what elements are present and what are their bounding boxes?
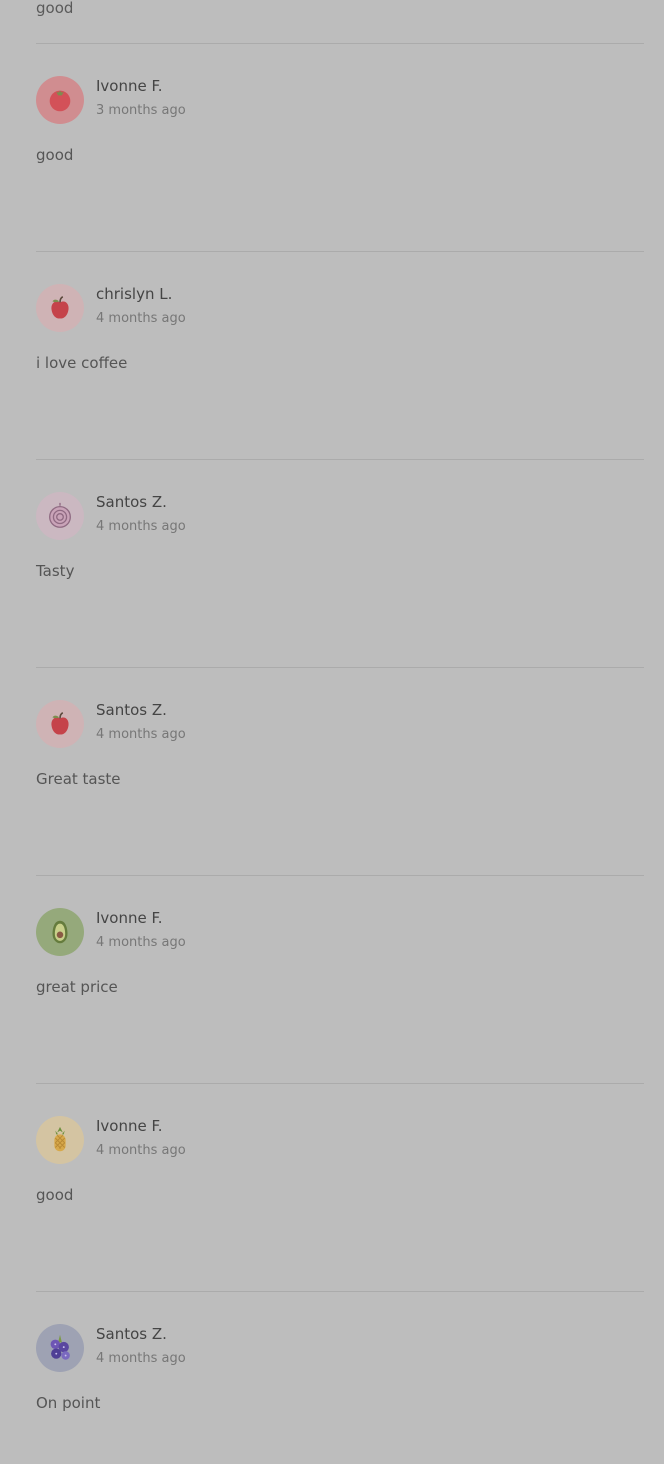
user-avatar: [36, 492, 84, 540]
review-timestamp: 4 months ago: [96, 1351, 186, 1366]
pineapple-icon: [54, 1126, 66, 1152]
user-avatar: [36, 284, 84, 332]
review-comment: good: [36, 1186, 74, 1204]
apple-icon: [51, 712, 69, 735]
reviewer-name: Ivonne F.: [96, 909, 163, 927]
reviewer-name: Ivonne F.: [96, 1117, 163, 1135]
review-comment: great price: [36, 978, 118, 996]
review-divider: [36, 251, 644, 252]
user-avatar: [36, 908, 84, 956]
review-comment: On point: [36, 1394, 101, 1412]
review-item: chrislyn L. 4 months ago i love coffee: [36, 284, 644, 441]
review-comment: Great taste: [36, 770, 121, 788]
reviewer-name: Santos Z.: [96, 701, 167, 719]
review-comment: good: [36, 146, 74, 164]
review-item: Ivonne F. 4 months ago great price: [36, 908, 644, 1065]
user-avatar: [36, 76, 84, 124]
blueberry-icon: [50, 1334, 70, 1360]
partial-review-comment: good: [36, 0, 74, 17]
onion-icon: [49, 502, 71, 528]
reviews-list: good Ivonne F. 3 months ago good chrisly…: [36, 0, 644, 1464]
review-timestamp: 4 months ago: [96, 935, 186, 950]
reviewer-name: Santos Z.: [96, 1325, 167, 1343]
review-item: Ivonne F. 4 months ago good: [36, 1116, 644, 1273]
review-divider: [36, 459, 644, 460]
review-divider: [36, 1083, 644, 1084]
apple-icon: [51, 296, 69, 319]
reviewer-name: Santos Z.: [96, 493, 167, 511]
review-timestamp: 4 months ago: [96, 1143, 186, 1158]
tomato-icon: [49, 90, 71, 112]
reviewer-name: chrislyn L.: [96, 285, 173, 303]
user-avatar: [36, 700, 84, 748]
review-timestamp: 3 months ago: [96, 103, 186, 118]
review-divider: [36, 875, 644, 876]
review-divider: [36, 1291, 644, 1292]
user-avatar: [36, 1324, 84, 1372]
review-comment: Tasty: [36, 562, 75, 580]
review-comment: i love coffee: [36, 354, 128, 372]
reviewer-name: Ivonne F.: [96, 77, 163, 95]
review-timestamp: 4 months ago: [96, 311, 186, 326]
review-item: Santos Z. 4 months ago On point: [36, 1324, 644, 1464]
review-item: Santos Z. 4 months ago Great taste: [36, 700, 644, 857]
review-item: Santos Z. 4 months ago Tasty: [36, 492, 644, 649]
user-avatar: [36, 1116, 84, 1164]
review-item: Ivonne F. 3 months ago good: [36, 76, 644, 233]
avocado-icon: [52, 920, 68, 944]
review-divider: [36, 43, 644, 44]
review-timestamp: 4 months ago: [96, 519, 186, 534]
review-divider: [36, 667, 644, 668]
review-timestamp: 4 months ago: [96, 727, 186, 742]
